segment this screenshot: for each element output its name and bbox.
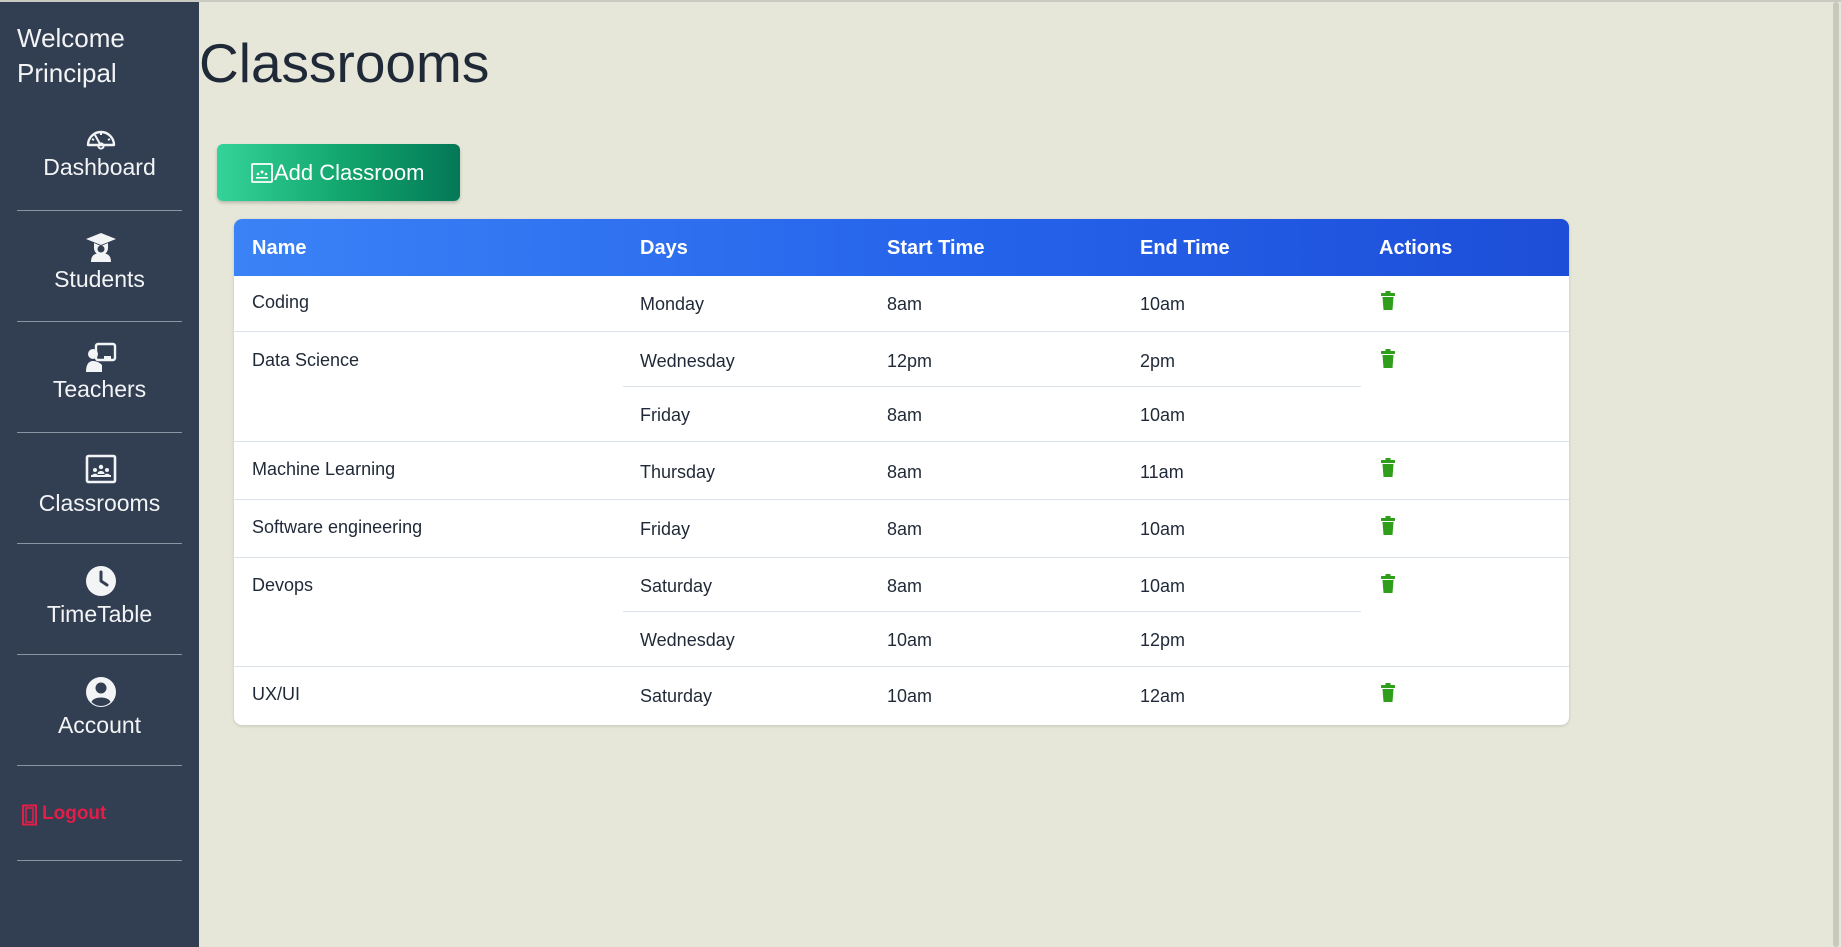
sidebar-item-timetable[interactable]: TimeTable — [17, 543, 182, 655]
sidebar-item-students[interactable]: Students — [17, 210, 182, 322]
sidebar-item-label: TimeTable — [46, 601, 153, 627]
sidebar-item-dashboard[interactable]: Dashboard — [17, 99, 182, 211]
session-day: Wednesday — [640, 351, 735, 371]
session-end: 12pm — [1140, 630, 1186, 650]
clock-icon — [86, 566, 116, 596]
trash-icon[interactable] — [1380, 458, 1396, 477]
session-end: 10am — [1140, 576, 1186, 596]
sidebar-item-teachers[interactable]: Teachers — [17, 321, 182, 433]
session-end: 10am — [1140, 405, 1186, 425]
row-divider — [234, 441, 1569, 442]
scrollbar-thumb[interactable] — [1833, 2, 1839, 947]
session-end: 10am — [1140, 294, 1186, 314]
sidebar: Welcome Principal Dashboard Students Tea… — [0, 2, 199, 947]
column-header-name: Name — [252, 237, 307, 259]
session-end: 11am — [1140, 462, 1184, 482]
sidebar-item-label: Teachers — [52, 376, 147, 402]
door-icon — [22, 804, 37, 826]
classroom-name: Software engineering — [252, 517, 423, 537]
welcome-text: Welcome Principal — [17, 23, 125, 88]
chalkboard-teacher-icon — [86, 342, 117, 372]
add-classroom-label: Add Classroom — [274, 160, 425, 185]
session-start: 8am — [887, 294, 923, 314]
row-divider — [234, 331, 1569, 332]
session-day: Thursday — [640, 462, 716, 482]
column-header-start-time: Start Time — [887, 237, 985, 259]
column-header-end-time: End Time — [1140, 237, 1230, 259]
session-day: Friday — [640, 405, 691, 425]
gauge-icon — [86, 130, 116, 150]
chalkboard-icon — [251, 163, 273, 183]
logout-label: Logout — [42, 803, 107, 824]
session-start: 10am — [887, 686, 933, 706]
graduation-cap-icon — [86, 233, 116, 262]
sidebar-item-label: Dashboard — [43, 154, 156, 180]
sidebar-item-label: Students — [54, 266, 145, 292]
classroom-name: Devops — [252, 575, 314, 595]
session-start: 8am — [887, 405, 923, 425]
trash-icon[interactable] — [1380, 349, 1396, 368]
logout-button[interactable]: Logout — [17, 761, 182, 861]
trash-icon[interactable] — [1380, 516, 1396, 535]
table-header: Name Days Start Time End Time Actions — [234, 219, 1569, 276]
sidebar-item-label: Classrooms — [38, 490, 161, 516]
vertical-scrollbar[interactable] — [1832, 2, 1841, 947]
sidebar-item-account[interactable]: Account — [17, 654, 182, 766]
session-end: 2pm — [1140, 351, 1176, 371]
chalkboard-icon — [85, 454, 117, 484]
classroom-name: Data Science — [252, 350, 360, 370]
session-day: Monday — [640, 294, 705, 314]
classroom-name: UX/UI — [252, 684, 301, 704]
sidebar-item-label: Account — [57, 712, 142, 738]
session-day: Saturday — [640, 576, 713, 596]
session-end: 12am — [1140, 686, 1186, 706]
row-divider — [234, 557, 1569, 558]
page-title: Classrooms — [199, 32, 490, 94]
column-header-actions: Actions — [1379, 237, 1453, 259]
session-start: 8am — [887, 462, 923, 482]
session-divider — [623, 611, 1361, 612]
session-start: 12pm — [887, 351, 933, 371]
classroom-name: Machine Learning — [252, 459, 396, 479]
session-end: 10am — [1140, 519, 1186, 539]
session-start: 10am — [887, 630, 933, 650]
trash-icon[interactable] — [1380, 683, 1396, 702]
user-circle-icon — [86, 677, 116, 707]
classrooms-table: Name Days Start Time End Time Actions Co… — [234, 219, 1569, 725]
trash-icon[interactable] — [1380, 574, 1396, 593]
top-border — [0, 0, 1841, 2]
trash-icon[interactable] — [1380, 291, 1396, 310]
column-header-days: Days — [640, 237, 688, 259]
row-divider — [234, 499, 1569, 500]
add-classroom-button[interactable]: Add Classroom — [217, 144, 460, 201]
row-divider — [234, 666, 1569, 667]
sidebar-item-classrooms[interactable]: Classrooms — [17, 432, 182, 544]
session-start: 8am — [887, 576, 923, 596]
session-divider — [623, 386, 1361, 387]
session-start: 8am — [887, 519, 923, 539]
session-day: Friday — [640, 519, 691, 539]
session-day: Wednesday — [640, 630, 735, 650]
session-day: Saturday — [640, 686, 713, 706]
classroom-name: Coding — [252, 292, 310, 312]
